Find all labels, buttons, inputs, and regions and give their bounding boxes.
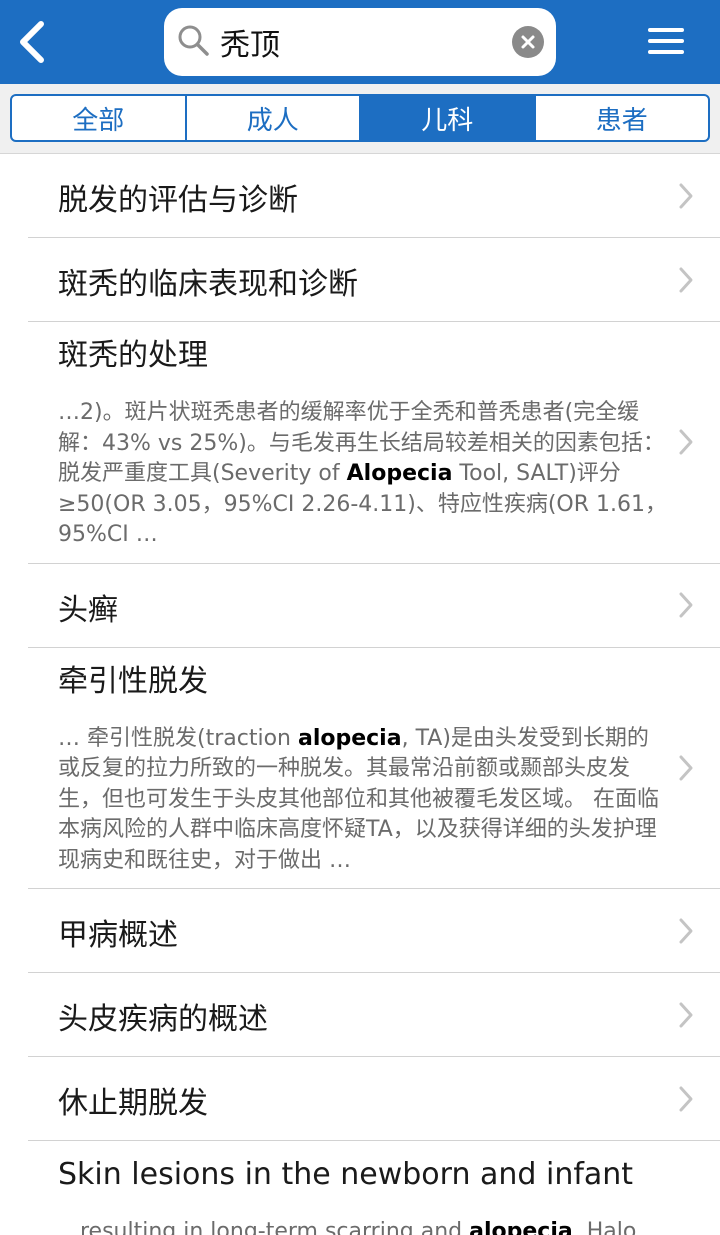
chevron-right-icon <box>679 918 693 943</box>
hamburger-line <box>648 39 684 43</box>
result-item[interactable]: 头癣 <box>28 564 720 648</box>
result-title: 休止期脱发 <box>58 1086 208 1121</box>
snippet-text: …resulting in long-term scarring and <box>58 1219 470 1235</box>
result-snippet: …2)。斑片状斑秃患者的缓解率优于全秃和普秃患者(完全缓解：43% vs 25%… <box>28 376 670 563</box>
menu-button[interactable] <box>640 20 692 62</box>
search-icon <box>178 25 209 56</box>
snippet-text: … 牵引性脱发(traction <box>58 725 298 751</box>
result-item[interactable]: 牵引性脱发 … 牵引性脱发(traction alopecia, TA)是由头发… <box>28 648 720 889</box>
filter-bar: 全部 成人 儿科 患者 <box>0 84 720 154</box>
top-bar <box>0 0 720 84</box>
result-title: Skin lesions in the newborn and infant <box>58 1157 634 1192</box>
result-item[interactable]: 斑秃的处理 …2)。斑片状斑秃患者的缓解率优于全秃和普秃患者(完全缓解：43% … <box>28 322 720 564</box>
result-item[interactable]: 甲病概述 <box>28 889 720 973</box>
chevron-left-icon <box>20 21 44 63</box>
result-item[interactable]: Skin lesions in the newborn and infant …… <box>28 1141 720 1235</box>
chevron-right-icon <box>679 1086 693 1111</box>
result-snippet: … 牵引性脱发(traction alopecia, TA)是由头发受到长期的或… <box>28 702 670 889</box>
result-title: 脱发的评估与诊断 <box>58 183 298 218</box>
search-results-list: 脱发的评估与诊断 斑秃的临床表现和诊断 斑秃的处理 …2)。斑片状斑秃患者的缓解… <box>0 154 720 1235</box>
result-title: 甲病概述 <box>58 918 178 953</box>
result-item[interactable]: 休止期脱发 <box>28 1057 720 1141</box>
chevron-right-icon <box>679 755 693 781</box>
result-item[interactable]: 头皮疾病的概述 <box>28 973 720 1057</box>
chevron-right-icon <box>679 267 693 292</box>
tab-all[interactable]: 全部 <box>12 96 187 140</box>
snippet-highlight: alopecia <box>469 1219 573 1235</box>
chevron-right-icon <box>679 592 693 618</box>
clear-search-button[interactable] <box>512 26 544 58</box>
chevron-right-icon <box>679 183 693 208</box>
result-item[interactable]: 脱发的评估与诊断 <box>28 154 720 238</box>
search-input[interactable] <box>220 18 500 66</box>
result-title: 头皮疾病的概述 <box>58 1002 268 1037</box>
result-item[interactable]: 斑秃的临床表现和诊断 <box>28 238 720 322</box>
result-title: 头癣 <box>58 592 118 628</box>
result-title: 牵引性脱发 <box>58 663 208 699</box>
hamburger-line <box>648 50 684 54</box>
tab-pediatrics[interactable]: 儿科 <box>361 96 536 140</box>
search-box[interactable] <box>164 8 556 76</box>
result-title: 斑秃的临床表现和诊断 <box>58 267 358 302</box>
result-snippet: …resulting in long-term scarring and alo… <box>28 1195 670 1235</box>
result-title: 斑秃的处理 <box>58 338 208 373</box>
snippet-highlight: Alopecia <box>346 461 453 486</box>
filter-tabs: 全部 成人 儿科 患者 <box>10 94 710 142</box>
snippet-highlight: alopecia <box>297 725 402 751</box>
chevron-right-icon <box>679 429 693 455</box>
hamburger-menu-icon <box>648 28 684 32</box>
tab-patient[interactable]: 患者 <box>536 96 709 140</box>
chevron-right-icon <box>679 1002 693 1027</box>
tab-adult[interactable]: 成人 <box>187 96 361 140</box>
clear-circle-icon <box>521 35 535 49</box>
back-button[interactable] <box>10 16 54 68</box>
